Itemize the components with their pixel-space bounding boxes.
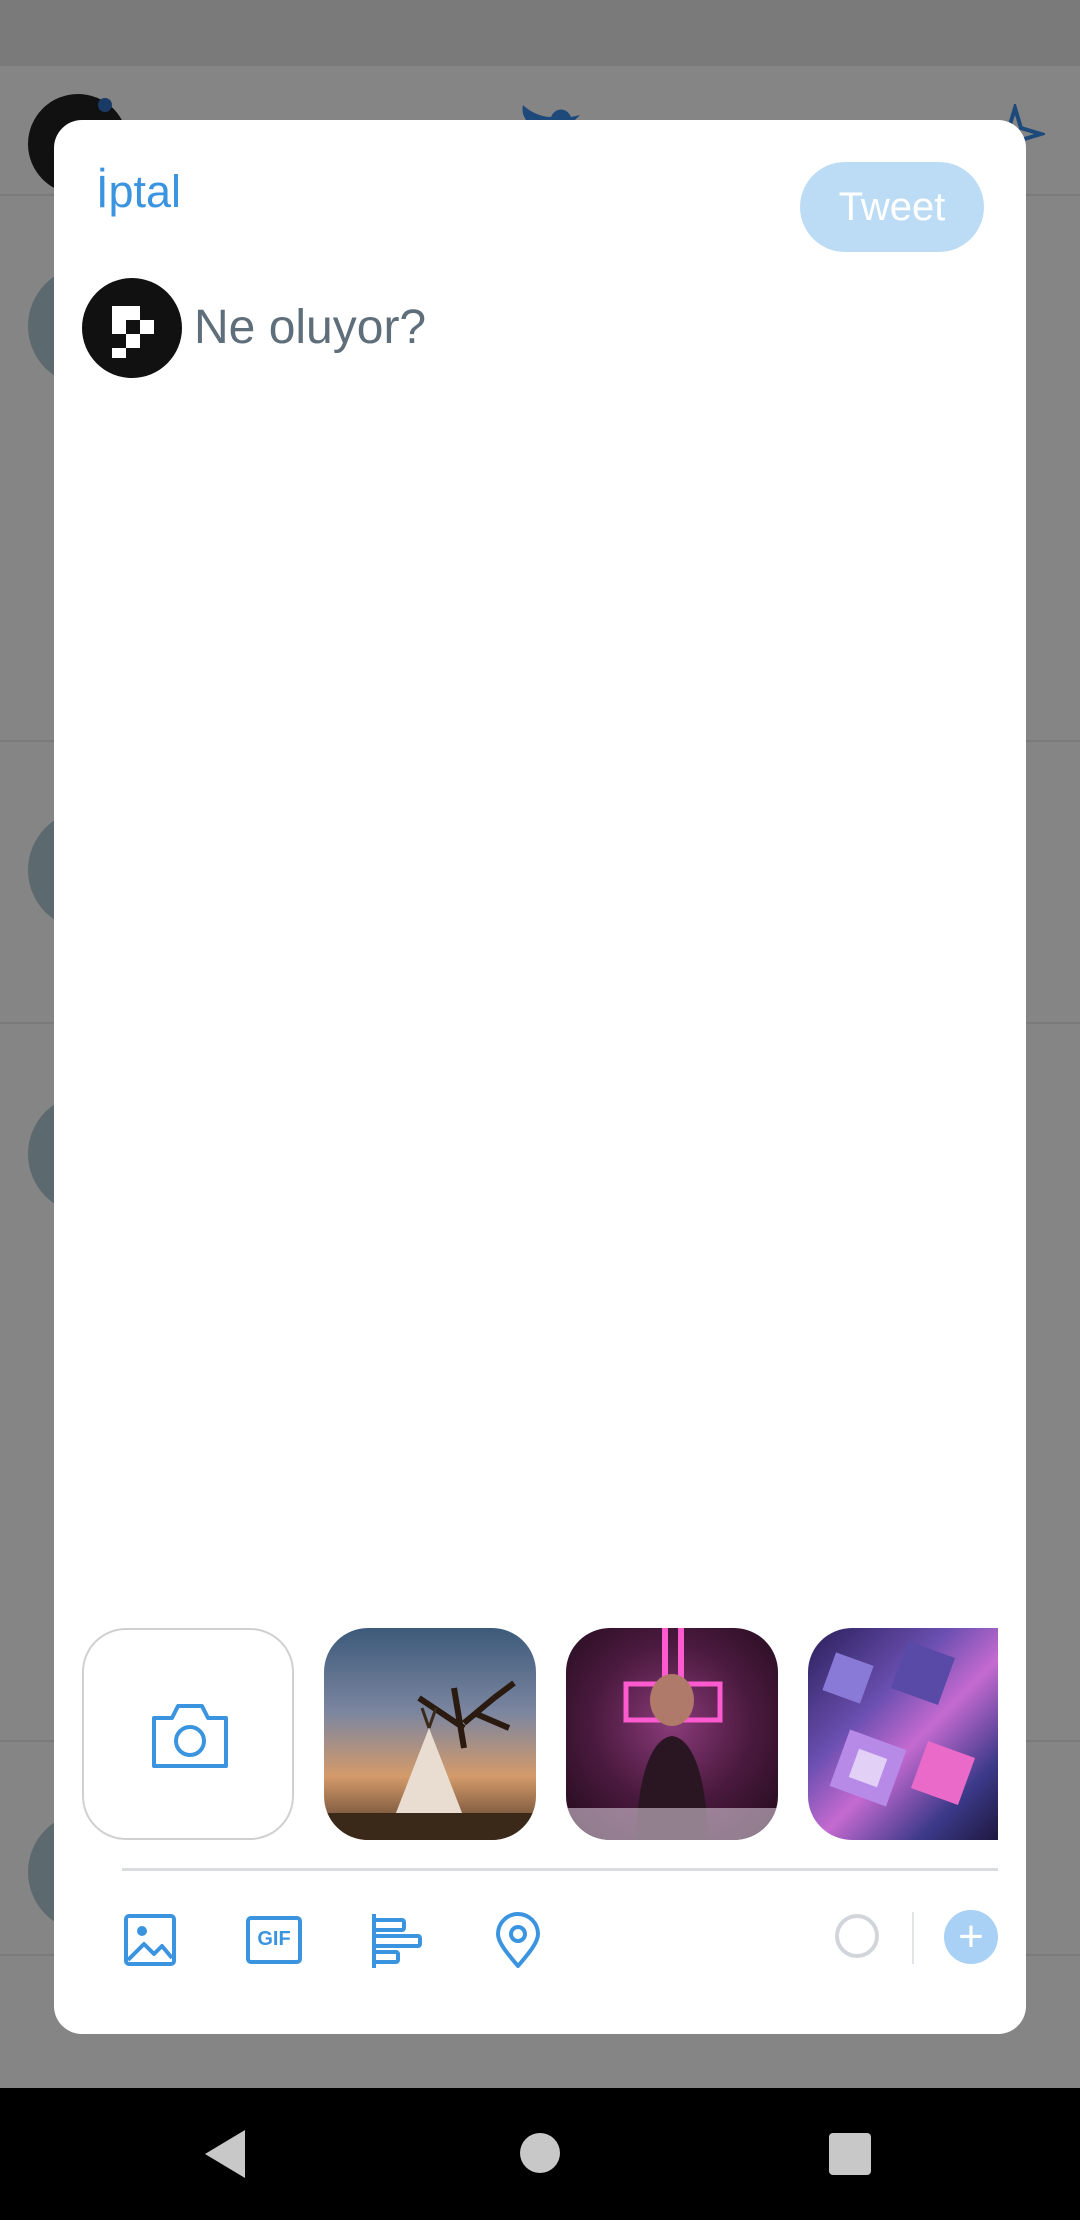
avatar-logo-icon <box>112 306 154 358</box>
toolbar-divider <box>122 1868 998 1871</box>
image-icon[interactable] <box>120 1910 180 1970</box>
plus-icon: + <box>958 1912 984 1961</box>
neon-portrait-photo <box>566 1628 778 1840</box>
camera-tile[interactable] <box>82 1628 294 1840</box>
poll-icon[interactable] <box>368 1910 428 1970</box>
city-aerial-photo <box>822 1640 976 1807</box>
compose-tweet-dialog: İptal Tweet Ne oluyor? GIF + <box>54 120 1026 2034</box>
camera-icon <box>152 1704 228 1768</box>
cancel-button[interactable]: İptal <box>96 166 181 218</box>
gallery-thumbnail[interactable] <box>324 1628 536 1840</box>
add-tweet-button[interactable]: + <box>944 1910 998 1964</box>
status-bar <box>0 0 1080 66</box>
tipi-desert-photo <box>324 1680 536 1840</box>
gallery-thumbnail[interactable] <box>566 1628 778 1840</box>
avatar <box>82 278 182 378</box>
system-navigation-bar <box>0 2088 1080 2220</box>
tweet-button[interactable]: Tweet <box>800 162 984 252</box>
gallery-thumbnail[interactable] <box>808 1628 998 1840</box>
location-icon[interactable] <box>488 1910 548 1970</box>
toolbar-separator <box>912 1912 914 1964</box>
gif-icon[interactable]: GIF <box>244 1910 304 1970</box>
home-icon[interactable] <box>520 2133 560 2173</box>
tweet-text-input[interactable] <box>194 292 974 362</box>
media-strip[interactable] <box>82 1628 1002 1842</box>
progress-ring-icon <box>835 1914 879 1958</box>
gif-label: GIF <box>257 1928 291 1950</box>
recents-icon[interactable] <box>829 2133 871 2175</box>
bg-notification-dot <box>98 98 112 112</box>
back-icon[interactable] <box>205 2130 245 2178</box>
